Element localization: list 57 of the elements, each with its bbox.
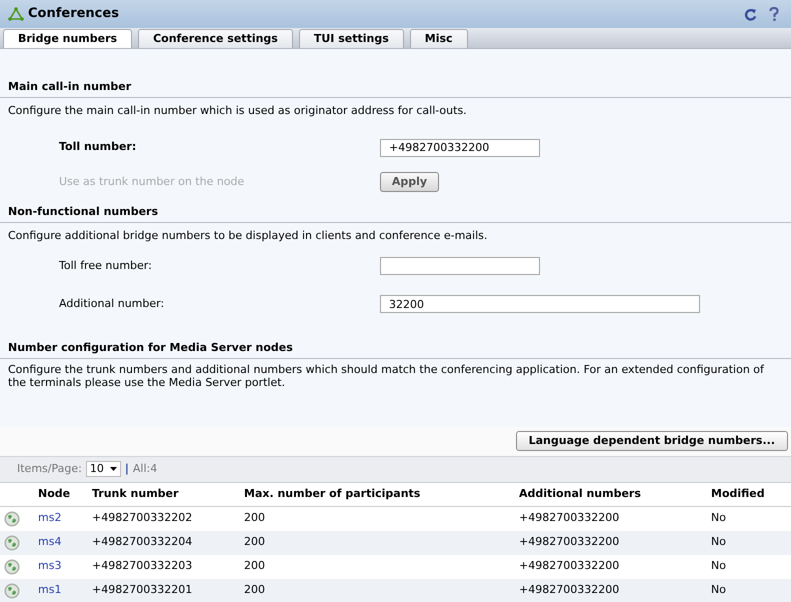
input-field[interactable] [380, 257, 540, 275]
column-header[interactable]: Additional numbers [519, 486, 641, 500]
table-cell: +4982700332200 [519, 559, 620, 572]
caret-icon [110, 467, 117, 471]
field-label: Additional number: [59, 296, 166, 312]
section-heading: Number configuration for Media Server nodes [8, 341, 293, 354]
column-header[interactable]: Trunk number [92, 486, 178, 500]
table-cell: No [711, 559, 726, 572]
table-cell: 200 [244, 535, 265, 548]
field-label: Toll free number: [59, 258, 153, 274]
column-header[interactable]: Node [38, 486, 70, 500]
section-description: Configure the main call-in number which is used as originator address for call-outs. [8, 104, 467, 116]
tab[interactable]: TUI settings [298, 29, 404, 48]
refresh-icon[interactable] [744, 8, 757, 20]
section-description: Configure additional bridge numbers to be displayed in clients and conference e-mails. [8, 228, 488, 242]
table-cell: +4982700332200 [519, 583, 620, 596]
input-field[interactable]: 32200 [380, 295, 700, 313]
total-count: All:4 [132, 460, 158, 477]
node-link[interactable]: ms2 [38, 511, 62, 524]
tab[interactable]: Misc [410, 29, 468, 48]
node-link[interactable]: ms4 [38, 535, 62, 548]
input-field[interactable]: +4982700332200 [380, 138, 540, 156]
table-cell: 200 [244, 583, 265, 596]
page-size-dropdown[interactable]: 10 [86, 461, 121, 477]
field-label: Use as trunk number on the node [59, 174, 246, 190]
table-cell: +4982700332201 [92, 583, 192, 596]
triangle-nodes-icon [8, 7, 24, 21]
section-description: Configure the trunk numbers and additional numbers which should match the conferencing application. For an extended configuration of the terminals please use the Media Server portlet. [8, 362, 766, 388]
table-cell: +4982700332203 [92, 559, 192, 572]
tab[interactable]: Conference settings [138, 29, 293, 48]
items-per-page-label: Items/Page: [17, 460, 82, 477]
field-label: Toll number: [59, 139, 138, 156]
table-cell: 200 [244, 511, 265, 524]
table-cell: +4982700332200 [519, 511, 620, 524]
table-cell: +4982700332202 [92, 511, 192, 524]
language-bridge-numbers-button[interactable]: Language dependent bridge numbers... [516, 431, 788, 451]
section-heading: Main call-in number [8, 80, 132, 93]
column-header[interactable]: Max. number of participants [244, 486, 420, 500]
globe-icon [4, 510, 20, 526]
table-cell: +4982700332200 [519, 535, 620, 548]
globe-icon [4, 558, 20, 574]
apply-button[interactable]: Apply [380, 172, 439, 192]
table-cell: No [711, 535, 726, 548]
table-cell: 200 [244, 559, 265, 572]
window-title: Conferences [28, 5, 119, 24]
help-icon[interactable] [769, 6, 779, 22]
separator: | [124, 460, 129, 477]
table-cell: +4982700332204 [92, 535, 192, 548]
node-link[interactable]: ms1 [38, 583, 62, 596]
section-heading: Non-functional numbers [8, 205, 158, 218]
node-link[interactable]: ms3 [38, 559, 62, 572]
table-cell: No [711, 583, 726, 596]
table-cell: No [711, 511, 726, 524]
globe-icon [4, 534, 20, 550]
column-header[interactable]: Modified [711, 486, 765, 500]
tab[interactable]: Bridge numbers [3, 29, 132, 48]
globe-icon [4, 582, 20, 598]
